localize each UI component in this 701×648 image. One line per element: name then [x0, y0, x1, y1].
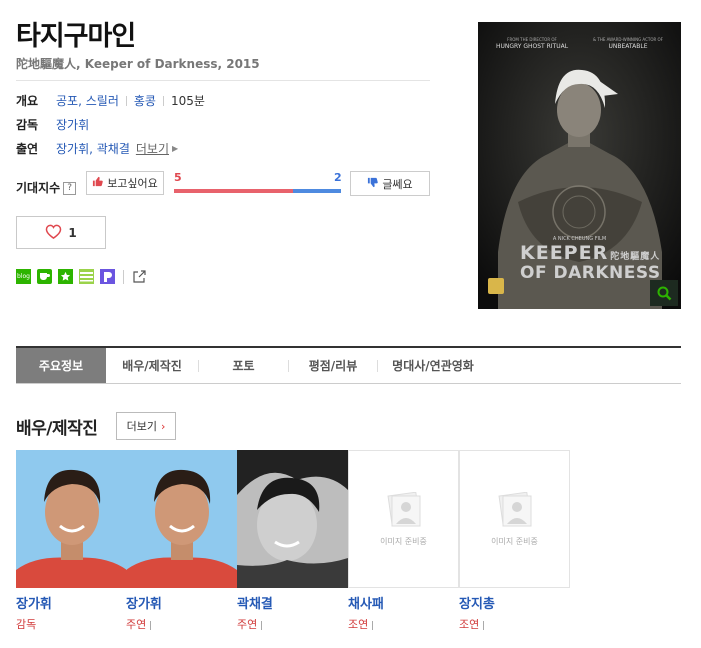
person-card[interactable]: 곽채결 주연 — [237, 450, 348, 632]
poster-tagline-right: & THE AWARD-WINNING ACTOR OF UNBEATABLE — [593, 37, 663, 50]
placeholder-label: 이미지 준비중 — [380, 536, 427, 546]
chevron-right-icon: ▶ — [172, 144, 179, 153]
tab-main-info[interactable]: 주요정보 — [16, 348, 106, 383]
poster-title-line1: KEEPER 陀地驅魔人 — [520, 242, 661, 264]
tab-quotes-related[interactable]: 명대사/연관영화 — [378, 348, 488, 383]
tab-photo[interactable]: 포토 — [199, 348, 288, 383]
person-placeholder-icon — [497, 491, 532, 526]
want-to-see-button[interactable]: 보고싶어요 — [86, 171, 164, 195]
director-link[interactable]: 장가휘 — [56, 116, 89, 133]
person-role: 주연 — [237, 616, 348, 632]
poster-tagline-left: FROM THE DIRECTOR OF HUNGRY GHOST RITUAL — [495, 37, 569, 50]
like-count: 1 — [68, 225, 77, 240]
like-button[interactable]: 1 — [16, 216, 106, 249]
poster-title-line2: OF DARKNESS — [520, 263, 661, 283]
section-title: 배우/제작진 — [16, 419, 98, 439]
cast-row: 출연 장가휘, 곽채결 더보기 ▶ — [16, 140, 178, 157]
heart-icon — [45, 224, 62, 242]
divider — [125, 95, 127, 106]
thumbs-down-icon — [367, 177, 379, 191]
meh-label: 글쎄요 — [382, 177, 413, 191]
placeholder-label: 이미지 준비중 — [491, 536, 538, 546]
movie-title: 타지구마인 — [16, 21, 136, 52]
meh-count: 2 — [334, 171, 342, 184]
person-name[interactable]: 장가휘 — [126, 593, 237, 612]
overview-row: 개요 공포, 스릴러 홍콩 105분 — [16, 92, 205, 109]
movie-poster[interactable]: FROM THE DIRECTOR OF HUNGRY GHOST RITUAL… — [478, 22, 681, 309]
person-placeholder-icon — [386, 491, 421, 526]
movie-subtitle: 陀地驅魔人, Keeper of Darkness, 2015 — [16, 57, 260, 71]
runtime: 105분 — [170, 94, 205, 108]
person-name[interactable]: 곽채결 — [237, 593, 348, 612]
band-icon[interactable] — [100, 269, 115, 284]
photo-placeholder[interactable]: 이미지 준비중 — [459, 450, 570, 588]
person-photo[interactable] — [126, 450, 237, 588]
person-card[interactable]: 이미지 준비중 채사패 조연 — [348, 450, 459, 632]
header-divider — [16, 80, 430, 81]
cast-more-link[interactable]: 더보기 — [136, 140, 169, 157]
cafe-icon[interactable] — [37, 269, 52, 284]
expectation-label: 기대지수? — [16, 179, 77, 196]
memo-icon[interactable] — [79, 269, 94, 284]
person-name[interactable]: 장가휘 — [16, 593, 127, 612]
director-row: 감독 장가휘 — [16, 116, 89, 133]
person-role: 조연 — [459, 616, 570, 632]
genre-link-horror[interactable]: 공포 — [56, 92, 78, 109]
thumbs-up-icon — [92, 176, 103, 190]
person-card[interactable]: 장가휘 감독 — [16, 450, 127, 632]
meh-bar — [293, 189, 341, 193]
help-icon[interactable]: ? — [63, 182, 77, 195]
cast-label: 출연 — [16, 142, 39, 156]
person-name[interactable]: 채사패 — [348, 593, 459, 612]
chevron-right-icon: › — [160, 419, 166, 433]
tab-cast-crew[interactable]: 배우/제작진 — [106, 348, 198, 383]
person-role: 주연 — [126, 616, 237, 632]
tab-bar: 주요정보 배우/제작진 포토 평점/리뷰 명대사/연관영화 — [16, 346, 681, 384]
photo-placeholder[interactable]: 이미지 준비중 — [348, 450, 459, 588]
divider — [123, 269, 124, 284]
overview-label: 개요 — [16, 94, 39, 108]
share-bar: blog — [16, 269, 153, 284]
zoom-icon[interactable] — [650, 280, 678, 306]
person-name[interactable]: 장지총 — [459, 593, 570, 612]
country-link[interactable]: 홍콩 — [134, 92, 156, 109]
person-card[interactable]: 장가휘 주연 — [126, 450, 237, 632]
want-to-see-label: 보고싶어요 — [107, 177, 158, 190]
want-count: 5 — [174, 171, 182, 184]
bookmark-star-icon[interactable] — [58, 269, 73, 284]
person-photo[interactable] — [237, 450, 348, 588]
director-label: 감독 — [16, 118, 39, 132]
studio-logo — [488, 278, 504, 294]
person-role: 조연 — [348, 616, 459, 632]
person-card[interactable]: 이미지 준비중 장지총 조연 — [459, 450, 570, 632]
cast-more-button[interactable]: 더보기 › — [116, 412, 176, 440]
blog-icon[interactable]: blog — [16, 269, 31, 284]
person-role: 감독 — [16, 618, 37, 631]
tab-rating-review[interactable]: 평점/리뷰 — [289, 348, 377, 383]
meh-button[interactable]: 글쎄요 — [350, 171, 430, 196]
person-photo[interactable] — [16, 450, 127, 588]
cast-links[interactable]: 장가휘, 곽채결 — [56, 140, 130, 157]
share-icon[interactable] — [132, 269, 147, 284]
divider — [162, 95, 164, 106]
want-bar — [174, 189, 293, 193]
genre-link-thriller[interactable]: 스릴러 — [86, 92, 119, 109]
